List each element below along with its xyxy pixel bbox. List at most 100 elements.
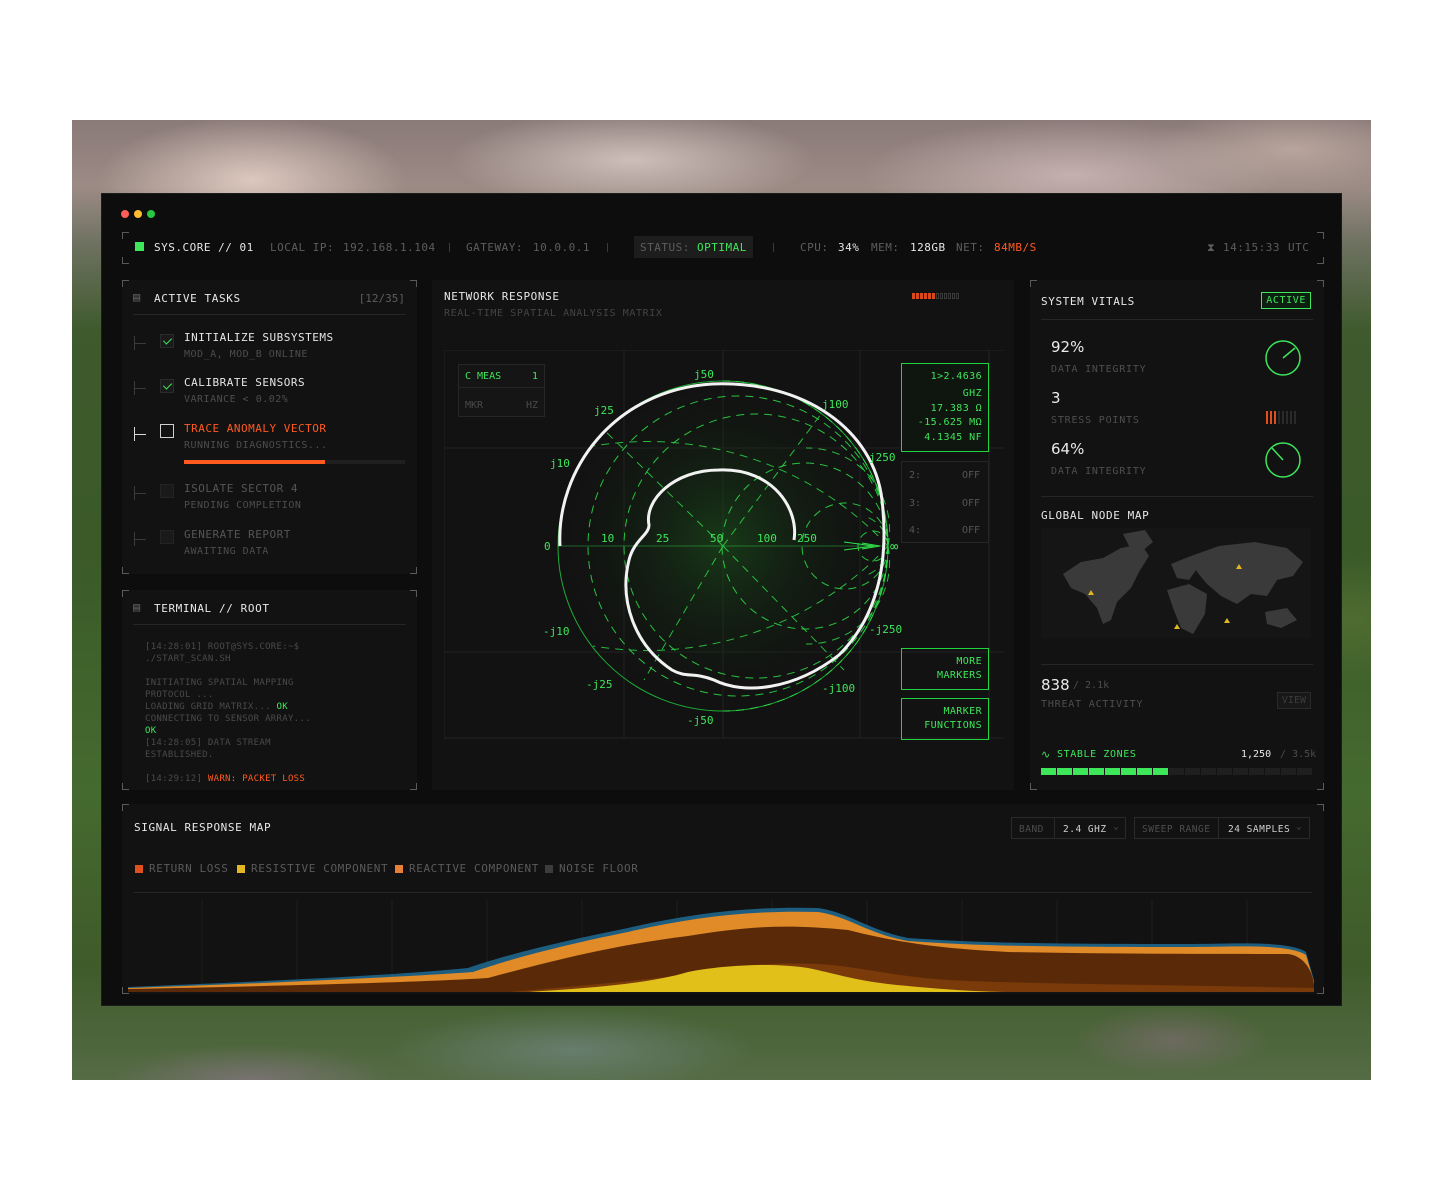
smith-label-j100: j100 — [822, 398, 849, 411]
stable-zone-segment — [1217, 768, 1232, 775]
chevron-down-icon: ⌄ — [1113, 821, 1120, 832]
section-title: GLOBAL NODE MAP — [1041, 509, 1150, 522]
marker-id: 3: — [909, 498, 922, 509]
marker-list[interactable]: 2: OFF 3: OFF 4: OFF — [901, 461, 989, 543]
vital-value: 64% — [1051, 440, 1085, 458]
terminal-line: ESTABLISHED. — [145, 750, 214, 760]
view-button[interactable]: VIEW — [1276, 692, 1311, 709]
task-checkbox[interactable] — [160, 484, 174, 498]
task-title[interactable]: ISOLATE SECTOR 4 — [184, 482, 298, 495]
app-window: SYS.CORE // 01 LOCAL IP: 192.168.1.104 G… — [101, 193, 1342, 1006]
marker-state[interactable]: OFF — [962, 525, 980, 536]
integrity-dial-icon — [1265, 340, 1301, 376]
task-subtitle: VARIANCE < 0.02% — [184, 394, 289, 405]
integrity-dial-icon — [1265, 442, 1301, 478]
terminal-line: INITIATING SPATIAL MAPPING — [145, 678, 294, 688]
stable-zones-label: STABLE ZONES — [1057, 749, 1137, 760]
window-controls — [121, 210, 155, 218]
terminal-output[interactable]: [14:28:01] ROOT@SYS.CORE:~$ ./START_SCAN… — [145, 641, 311, 785]
task-checkbox[interactable] — [160, 424, 174, 438]
terminal-line: [14:28:05] DATA STREAM — [145, 738, 271, 748]
terminal-panel: ▤ TERMINAL // ROOT [14:28:01] ROOT@SYS.C… — [122, 590, 417, 790]
stable-zone-segment — [1281, 768, 1296, 775]
smith-label-j10: j10 — [550, 457, 570, 470]
band-dropdown[interactable]: BAND 2.4 GHZ ⌄ — [1011, 817, 1126, 839]
stable-zone-segment — [1073, 768, 1088, 775]
terminal-line: PROTOCOL ... — [145, 690, 214, 700]
terminal-line: ./START_SCAN.SH — [145, 654, 231, 664]
threat-total: / 2.1k — [1073, 680, 1110, 691]
legend-swatch — [135, 865, 143, 873]
band-label: BAND — [1019, 824, 1044, 835]
stress-bar — [1282, 411, 1284, 424]
panel-subtitle: REAL-TIME SPATIAL ANALYSIS MATRIX — [444, 308, 663, 319]
legend-swatch — [545, 865, 553, 873]
marker-id: 4: — [909, 525, 922, 536]
marker-state[interactable]: OFF — [962, 498, 980, 509]
legend-swatch — [237, 865, 245, 873]
task-title[interactable]: TRACE ANOMALY VECTOR — [184, 422, 326, 435]
terminal-line: LOADING GRID MATRIX... OK — [145, 702, 288, 712]
panel-title: SYSTEM VITALS — [1041, 295, 1135, 308]
sweep-value: 24 SAMPLES — [1228, 824, 1291, 835]
close-window-button[interactable] — [121, 210, 129, 218]
pulse-icon: ∿ — [1041, 748, 1051, 761]
minimize-window-button[interactable] — [134, 210, 142, 218]
legend-noise-floor[interactable]: NOISE FLOOR — [559, 862, 638, 875]
threat-label: THREAT ACTIVITY — [1041, 699, 1144, 710]
terminal-line: OK — [145, 726, 157, 736]
stable-zone-segment — [1265, 768, 1280, 775]
panel-title: ACTIVE TASKS — [154, 292, 241, 305]
status-value: OPTIMAL — [696, 241, 747, 254]
signal-meter — [912, 293, 959, 299]
more-markers-button[interactable]: MORE MARKERS — [901, 648, 989, 690]
stable-zone-segment — [1169, 768, 1184, 775]
stable-zone-segment — [1121, 768, 1136, 775]
legend-reactive[interactable]: REACTIVE COMPONENT — [409, 862, 539, 875]
marker-state[interactable]: OFF — [962, 470, 980, 481]
task-checkbox[interactable] — [160, 334, 174, 348]
signal-area-chart[interactable] — [128, 900, 1318, 992]
stable-zone-segment — [1201, 768, 1216, 775]
smith-label-zero: 0 — [544, 540, 551, 553]
smith-label-mj250: -j250 — [869, 623, 902, 636]
threat-value: 838 — [1041, 676, 1070, 694]
task-title[interactable]: GENERATE REPORT — [184, 528, 291, 541]
measurement-table[interactable]: C MEAS 1 MKR HZ — [458, 364, 545, 417]
vital-label: DATA INTEGRITY — [1051, 364, 1147, 375]
status-chip: STATUS: OPTIMAL — [634, 236, 753, 258]
marker-functions-button[interactable]: MARKER FUNCTIONS — [901, 698, 989, 740]
world-node-map[interactable] — [1041, 528, 1311, 638]
task-checkbox[interactable] — [160, 379, 174, 393]
stress-bar — [1270, 411, 1272, 424]
sweep-range-dropdown[interactable]: SWEEP RANGE 24 SAMPLES ⌄ — [1134, 817, 1310, 839]
clipboard-icon: ▤ — [133, 600, 141, 614]
system-id: SYS.CORE // 01 — [154, 241, 254, 254]
stress-bars-icon — [1266, 411, 1296, 424]
smith-label-j250: j250 — [869, 451, 896, 464]
meas-header: C MEAS — [465, 371, 502, 382]
meas-count: 1 — [531, 371, 538, 382]
task-checkbox[interactable] — [160, 530, 174, 544]
task-count: [12/35] — [358, 292, 405, 305]
cpu-label: CPU: — [800, 241, 829, 254]
stable-zone-segment — [1105, 768, 1120, 775]
marker-1-readout[interactable]: 1>2.4636 GHZ 17.383 Ω -15.625 MΩ 4.1345 … — [901, 363, 989, 452]
stress-bar — [1294, 411, 1296, 424]
maximize-window-button[interactable] — [147, 210, 155, 218]
hourglass-icon: ⧗ — [1207, 241, 1216, 254]
chevron-down-icon: ⌄ — [1296, 821, 1303, 832]
legend-resistive[interactable]: RESISTIVE COMPONENT — [251, 862, 388, 875]
stable-zones-total: / 3.5k — [1280, 749, 1317, 760]
task-title[interactable]: CALIBRATE SENSORS — [184, 376, 305, 389]
gateway-value: 10.0.0.1 — [533, 241, 590, 254]
legend-return-loss[interactable]: RETURN LOSS — [149, 862, 228, 875]
local-ip-value: 192.168.1.104 — [343, 241, 436, 254]
clock-time: 14:15:33 — [1223, 241, 1280, 254]
panel-title: NETWORK RESPONSE — [444, 290, 560, 303]
mem-value: 128GB — [910, 241, 946, 254]
stress-bar — [1278, 411, 1280, 424]
vital-value: 92% — [1051, 338, 1085, 356]
task-title[interactable]: INITIALIZE SUBSYSTEMS — [184, 331, 334, 344]
